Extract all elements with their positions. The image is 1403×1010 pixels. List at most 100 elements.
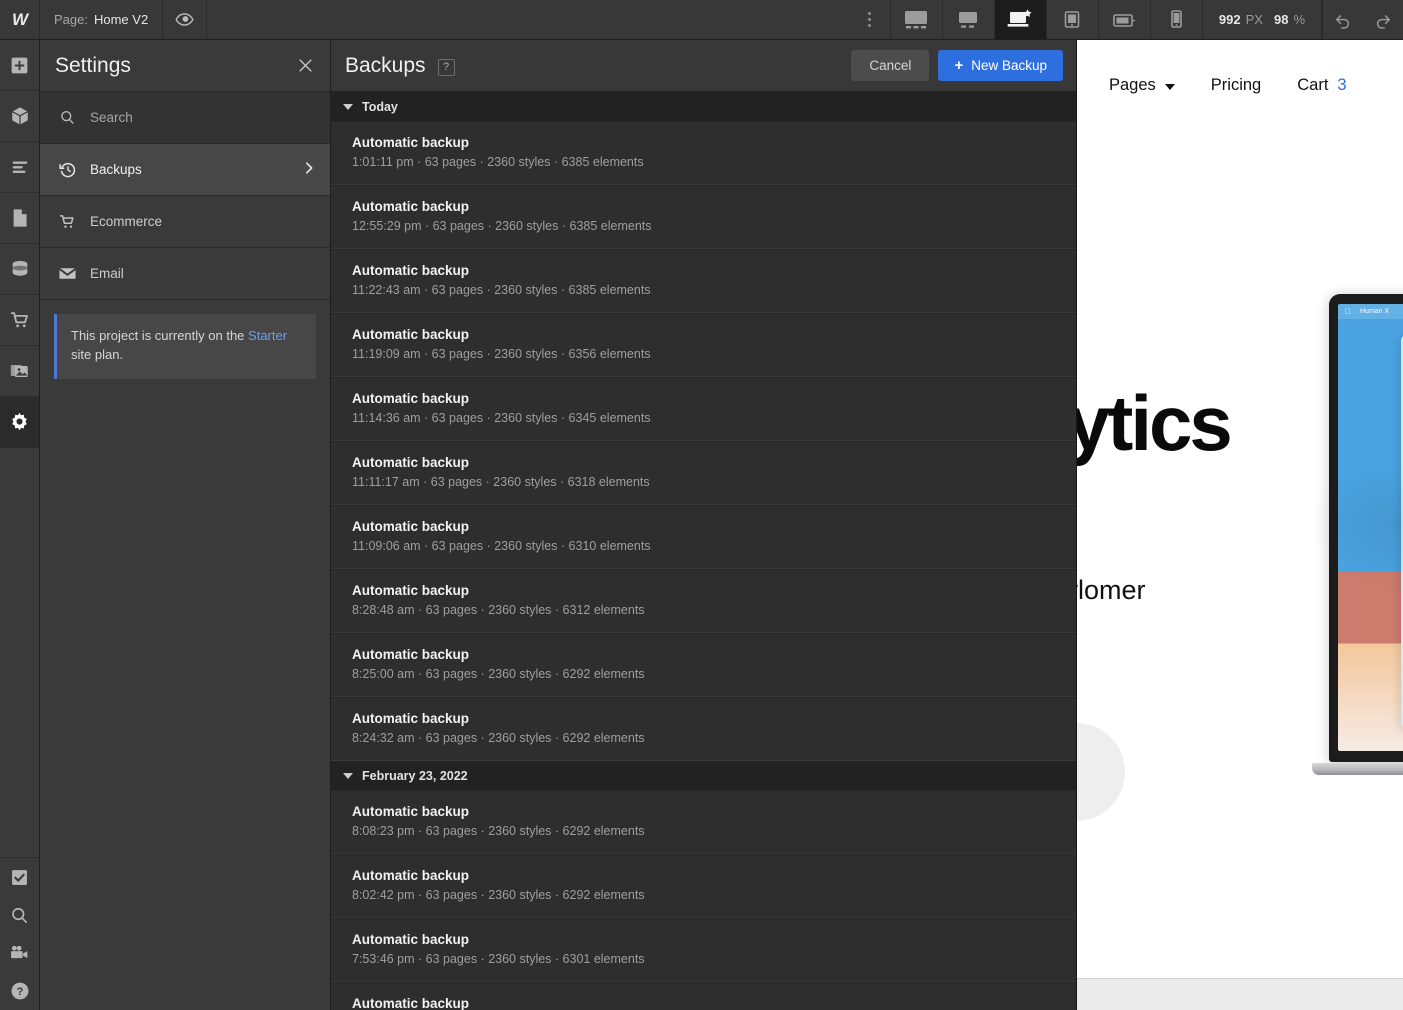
preview-toggle[interactable]: [163, 0, 207, 39]
table-row[interactable]: Automatic backup 8:08:23 pm · 63 pages ·…: [331, 790, 1076, 854]
chevron-down-icon: [343, 773, 353, 779]
plus-square-icon: [9, 55, 30, 76]
backup-meta: 8:02:42 pm · 63 pages · 2360 styles · 62…: [352, 888, 1076, 902]
checkbox-icon: [9, 867, 30, 888]
table-row[interactable]: Automatic backup 12:55:29 pm · 63 pages …: [331, 185, 1076, 249]
sidebar-item-add[interactable]: [0, 40, 39, 91]
design-canvas[interactable]: Pages Pricing Cart 3 ytics rlomer  Huma…: [1077, 40, 1403, 1010]
sidebar-item-label: Ecommerce: [90, 214, 162, 229]
table-row[interactable]: Automatic backup 1:01:11 pm · 63 pages ·…: [331, 121, 1076, 185]
sidebar-item-cms[interactable]: [0, 244, 39, 295]
history-controls: [1322, 0, 1403, 39]
backup-name: Automatic backup: [352, 263, 1076, 278]
plan-notice: This project is currently on the Starter…: [54, 314, 316, 379]
decorative-circle: [1077, 723, 1125, 821]
sidebar-item-settings[interactable]: [0, 397, 39, 448]
layers-icon: [9, 156, 31, 178]
sidebar-item-audit[interactable]: [0, 858, 39, 896]
plan-notice-text-before: This project is currently on the: [71, 328, 248, 343]
settings-panel: Settings Search: [40, 40, 331, 1010]
table-row[interactable]: Automatic backup 8:02:42 pm · 63 pages ·…: [331, 854, 1076, 918]
table-row[interactable]: Automatic backup 11:14:36 am · 63 pages …: [331, 377, 1076, 441]
more-vertical-icon: [868, 18, 871, 21]
rail-filler: [0, 448, 39, 858]
help-badge[interactable]: ?: [438, 59, 455, 76]
sidebar-item-search[interactable]: [0, 896, 39, 934]
table-row[interactable]: Automatic backup 7:53:46 pm · 63 pages ·…: [331, 918, 1076, 982]
backup-name: Automatic backup: [352, 135, 1076, 150]
canvas-navbar: Pages Pricing Cart 3: [1077, 60, 1403, 110]
sidebar-item-help[interactable]: ?: [0, 972, 39, 1010]
backup-meta: 11:19:09 am · 63 pages · 2360 styles · 6…: [352, 347, 1076, 361]
table-row[interactable]: Automatic backup 11:11:17 am · 63 pages …: [331, 441, 1076, 505]
tablet-portrait-icon: [1060, 8, 1084, 32]
cart-icon: [9, 309, 31, 331]
backup-name: Automatic backup: [352, 711, 1076, 726]
table-row[interactable]: Automatic backup 8:25:00 am · 63 pages ·…: [331, 633, 1076, 697]
page-selector[interactable]: Page: Home V2: [40, 0, 163, 39]
device-laptop[interactable]: [995, 0, 1047, 39]
device-tablet-landscape[interactable]: [1099, 0, 1151, 39]
settings-title: Settings: [55, 54, 131, 78]
plan-upgrade-link[interactable]: Starter: [248, 328, 287, 343]
sidebar-item-ecommerce-settings[interactable]: Ecommerce: [40, 196, 330, 248]
sidebar-item-assets[interactable]: [0, 346, 39, 397]
webflow-logo[interactable]: W: [0, 0, 40, 39]
device-tablet-portrait[interactable]: [1047, 0, 1099, 39]
backup-name: Automatic backup: [352, 647, 1076, 662]
page-title: Backups: [345, 54, 426, 78]
nav-item-cart[interactable]: Cart 3: [1297, 76, 1346, 95]
viewport-zoom-display[interactable]: 992 PX 98 %: [1203, 0, 1322, 39]
backup-meta: 8:24:32 am · 63 pages · 2360 styles · 62…: [352, 731, 1076, 745]
settings-close-button[interactable]: [297, 57, 314, 74]
svg-text:?: ?: [16, 986, 23, 998]
table-row[interactable]: Automatic backup 11:19:09 am · 63 pages …: [331, 313, 1076, 377]
table-row[interactable]: Automatic backup 8:28:48 am · 63 pages ·…: [331, 569, 1076, 633]
gear-icon: [8, 411, 31, 434]
mobile-icon: [1166, 8, 1186, 32]
backup-meta: 8:28:48 am · 63 pages · 2360 styles · 63…: [352, 603, 1076, 617]
table-row[interactable]: Automatic backup 11:09:06 am · 63 pages …: [331, 505, 1076, 569]
redo-button[interactable]: [1363, 0, 1403, 39]
video-camera-icon: [8, 943, 31, 963]
chevron-right-icon: [302, 161, 316, 178]
backup-name: Automatic backup: [352, 996, 1076, 1010]
backups-section-header[interactable]: February 23, 2022: [331, 761, 1076, 790]
settings-header: Settings: [40, 40, 330, 92]
backups-section-header[interactable]: Today: [331, 92, 1076, 121]
sidebar-item-components[interactable]: [0, 91, 39, 142]
device-desktop[interactable]: [891, 0, 943, 39]
zoom-value: 98: [1274, 12, 1288, 27]
settings-search-row[interactable]: Search: [40, 92, 330, 144]
database-icon: [9, 258, 31, 280]
laptop-menubar:  Human X: [1338, 304, 1403, 319]
nav-item-pricing[interactable]: Pricing: [1211, 76, 1261, 95]
sidebar-item-navigator[interactable]: [0, 142, 39, 193]
sidebar-item-backups[interactable]: Backups: [40, 144, 330, 196]
backup-meta: 12:55:29 pm · 63 pages · 2360 styles · 6…: [352, 219, 1076, 233]
sidebar-item-pages[interactable]: [0, 193, 39, 244]
nav-item-label: Pages: [1109, 76, 1156, 95]
rail-bottom-group: ?: [0, 858, 39, 1010]
webflow-designer: W Page: Home V2: [0, 0, 1403, 1010]
sidebar-item-ecommerce[interactable]: [0, 295, 39, 346]
device-mobile[interactable]: [1151, 0, 1203, 39]
cart-count-badge: 3: [1337, 76, 1346, 95]
chevron-down-icon: [1165, 84, 1175, 90]
sidebar-item-video[interactable]: [0, 934, 39, 972]
table-row[interactable]: Automatic backup 11:22:43 am · 63 pages …: [331, 249, 1076, 313]
more-options-button[interactable]: [850, 0, 890, 39]
table-row[interactable]: Automatic backup 8:24:32 am · 63 pages ·…: [331, 697, 1076, 761]
close-icon: [297, 57, 314, 74]
undo-button[interactable]: [1323, 0, 1363, 39]
device-desktop-small[interactable]: [943, 0, 995, 39]
table-row[interactable]: Automatic backup: [331, 982, 1076, 1010]
hero-headline: ytics: [1077, 378, 1230, 469]
cancel-button[interactable]: Cancel: [851, 50, 929, 81]
sidebar-item-email[interactable]: Email: [40, 248, 330, 300]
monitor-icon: [901, 9, 931, 31]
hero-subtext: rlomer: [1077, 575, 1146, 606]
backups-list[interactable]: Today Automatic backup 1:01:11 pm · 63 p…: [331, 92, 1076, 1010]
nav-item-pages[interactable]: Pages: [1109, 76, 1175, 95]
new-backup-button[interactable]: + New Backup: [938, 50, 1063, 81]
